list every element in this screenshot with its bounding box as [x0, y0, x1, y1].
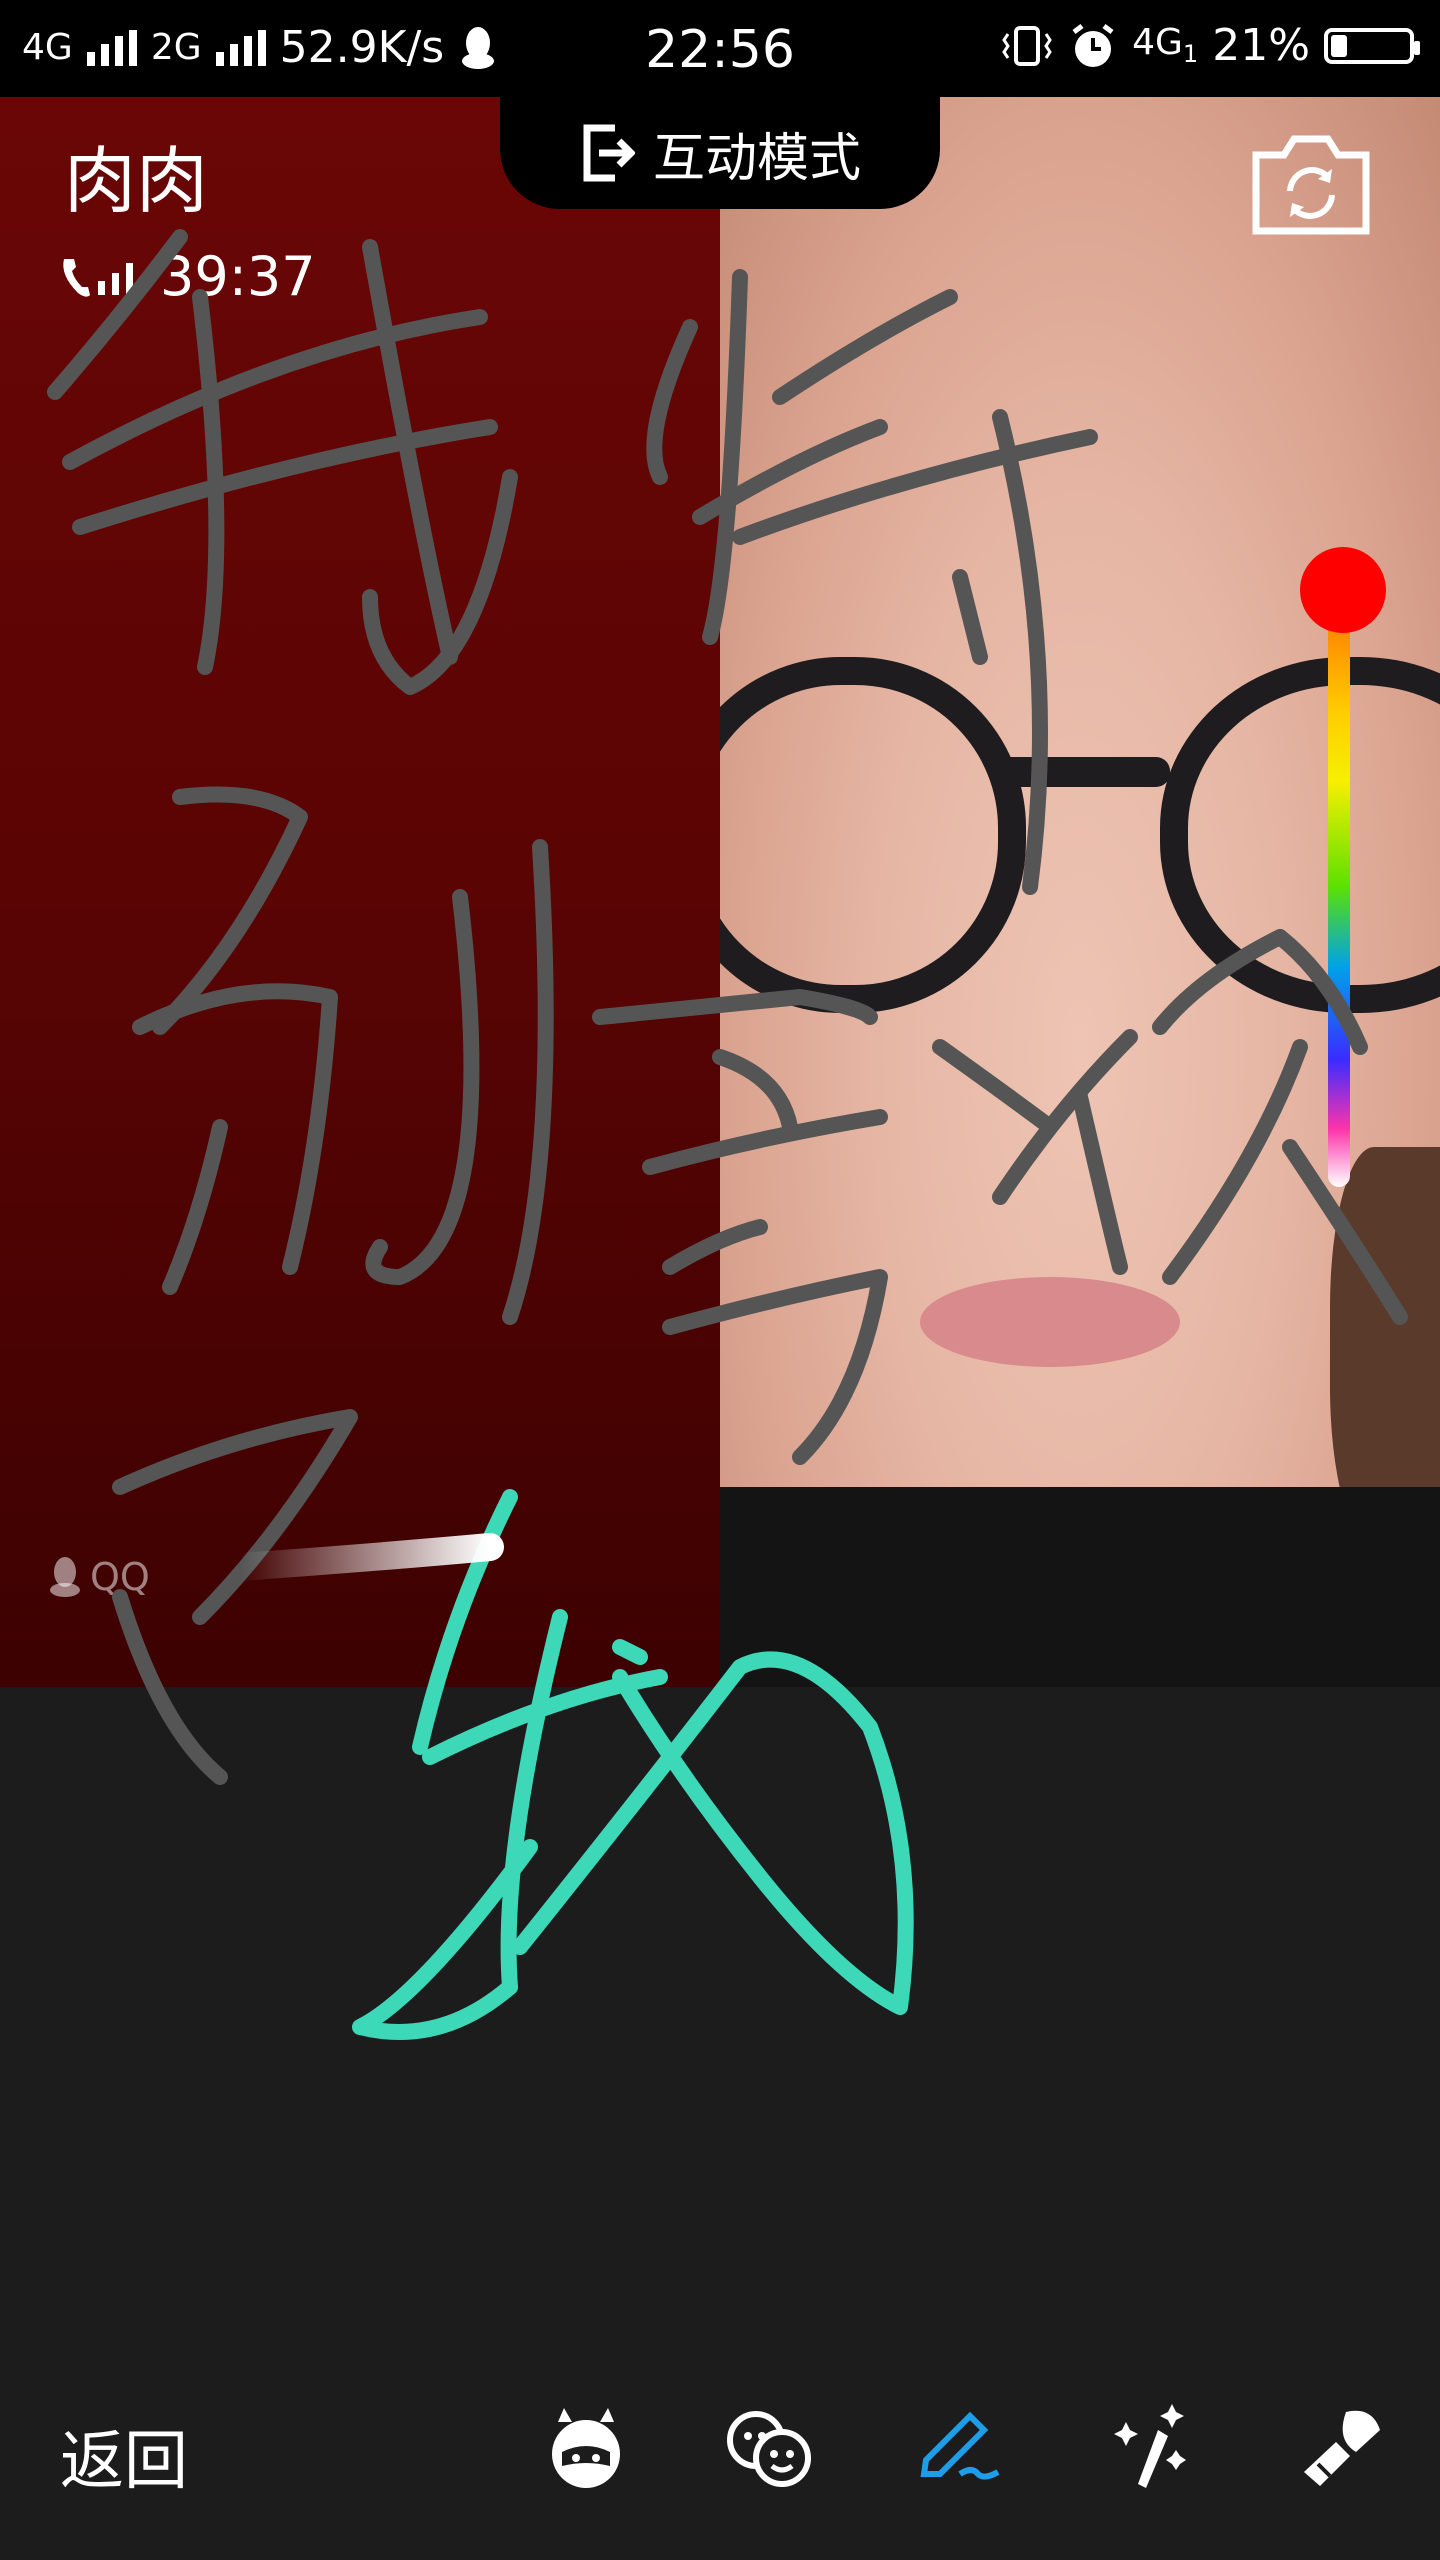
pen-color-slider[interactable] [1300, 547, 1386, 1257]
status-bar: 4G 2G 52.9K/s 22:56 4G1 21% [0, 0, 1440, 97]
qq-logo-icon [50, 1557, 80, 1597]
status-right: 4G1 21% [1000, 20, 1420, 71]
network-type-3: 4G1 [1132, 22, 1199, 69]
face-sticker-icon[interactable] [722, 2400, 818, 2496]
video-glasses-bridge [990, 757, 1170, 787]
beauty-brush-icon[interactable] [1292, 2400, 1388, 2496]
back-button[interactable]: 返回 [60, 2410, 188, 2502]
exit-mode-icon [583, 124, 635, 182]
color-thumb[interactable] [1300, 547, 1386, 633]
avatar-mask-icon[interactable] [538, 2400, 634, 2496]
alarm-icon [1072, 23, 1114, 67]
caller-name: 肉肉 [64, 139, 209, 223]
video-glasses-right [1160, 657, 1440, 1013]
video-shirt [720, 1487, 1440, 1687]
video-lips [920, 1277, 1180, 1367]
call-info: 39:37 [58, 245, 316, 308]
call-duration: 39:37 [160, 245, 316, 308]
pen-icon[interactable] [912, 2400, 1008, 2496]
interactive-mode-button[interactable]: 互动模式 [500, 97, 940, 209]
call-signal-icon [63, 258, 133, 297]
qq-watermark: QQ [46, 1555, 150, 1599]
bottom-toolbar: 返回 [0, 2370, 1440, 2530]
vibrate-icon [1002, 25, 1052, 66]
interactive-mode-label: 互动模式 [652, 128, 861, 189]
battery-icon [1324, 27, 1420, 64]
video-glasses-left [720, 657, 1026, 1013]
camera-switch-icon[interactable] [1250, 133, 1372, 237]
video-area: 互动模式 肉肉 39:37 QQ [0, 97, 1440, 1687]
color-track[interactable] [1328, 607, 1350, 1187]
battery-percent: 21% [1212, 20, 1310, 71]
qq-watermark-text: QQ [90, 1555, 150, 1599]
magic-wand-icon[interactable] [1102, 2400, 1198, 2496]
remote-video[interactable] [0, 97, 720, 1687]
